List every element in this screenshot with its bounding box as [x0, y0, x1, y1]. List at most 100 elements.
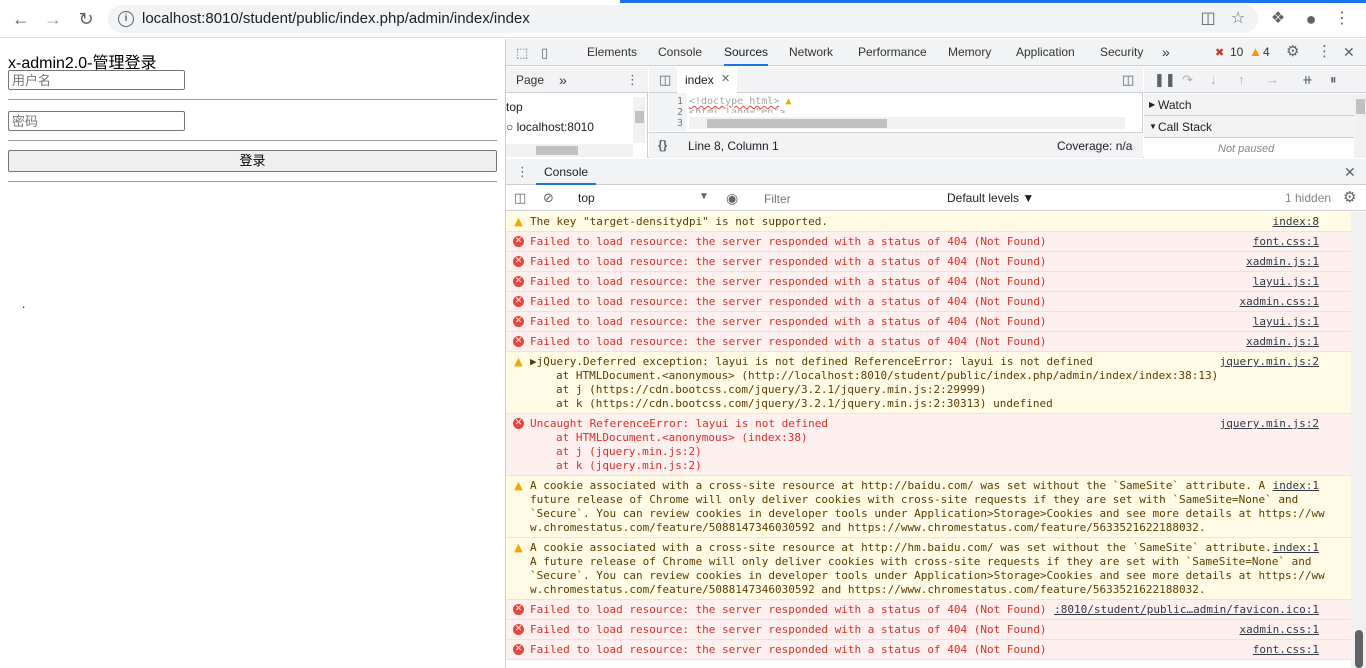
- stack-trace-line[interactable]: at k (https://cdn.bootcss.com/jquery/3.2…: [530, 397, 1343, 411]
- more-tabs-button[interactable]: »: [1162, 39, 1170, 66]
- drawer-tab-console[interactable]: Console: [536, 159, 597, 185]
- pretty-print-icon[interactable]: {}: [658, 138, 667, 152]
- message-source-link[interactable]: layui.js:1: [1252, 275, 1319, 289]
- tab-sources[interactable]: Sources: [724, 39, 769, 66]
- step-over-icon[interactable]: ↷: [1182, 72, 1193, 88]
- console-message[interactable]: ▲ The key "target-densitydpi" is not supp…: [506, 212, 1351, 232]
- device-toggle-icon[interactable]: ▯: [541, 45, 548, 61]
- address-bar[interactable]: i localhost:8010/student/public/index.ph…: [108, 5, 1258, 33]
- stack-trace-line[interactable]: at HTMLDocument.<anonymous> (index:38): [530, 431, 1343, 445]
- close-icon[interactable]: ✕: [1343, 44, 1355, 60]
- deactivate-breakpoints-icon[interactable]: ⧺: [1302, 72, 1313, 88]
- message-source-link[interactable]: layui.js:1: [1252, 315, 1319, 329]
- warning-count[interactable]: 4: [1263, 39, 1270, 66]
- arrow-left-icon[interactable]: ←: [10, 8, 32, 30]
- message-source-link[interactable]: xadmin.css:1: [1239, 623, 1319, 637]
- message-source-link[interactable]: index:8: [1272, 215, 1319, 229]
- tab-security[interactable]: Security: [1100, 39, 1143, 66]
- call-stack-section[interactable]: ▼ Call Stack: [1144, 116, 1354, 138]
- console-message[interactable]: ✕ Failed to load resource: the server res…: [506, 312, 1351, 332]
- console-message[interactable]: ✕ Failed to load resource: the server res…: [506, 620, 1351, 640]
- hscroll-thumb[interactable]: [536, 146, 578, 155]
- log-levels-select[interactable]: Default levels ▼: [947, 191, 1034, 205]
- tab-network[interactable]: Network: [789, 39, 833, 66]
- scroll-thumb[interactable]: [1356, 99, 1365, 114]
- stack-trace-line[interactable]: at k (jquery.min.js:2): [530, 459, 1343, 473]
- warning-triangle-icon[interactable]: ▲: [1249, 44, 1262, 60]
- editor-tab-index[interactable]: index ✕: [677, 67, 737, 93]
- gear-icon[interactable]: ⚙: [1286, 44, 1299, 60]
- pause-icon[interactable]: ❚❚: [1154, 72, 1176, 88]
- translate-icon[interactable]: ◫: [1198, 9, 1218, 29]
- url-text[interactable]: localhost:8010/student/public/index.php/…: [142, 10, 530, 27]
- kebab-menu-icon[interactable]: ⋮: [516, 164, 529, 180]
- tab-page[interactable]: Page: [516, 67, 544, 93]
- error-circle-icon[interactable]: ✖: [1215, 45, 1224, 61]
- message-source-link[interactable]: index:1: [1272, 541, 1319, 555]
- scroll-thumb[interactable]: [1355, 630, 1363, 668]
- navigator-hscrollbar[interactable]: [506, 144, 633, 157]
- console-message[interactable]: ✕ Failed to load resource: the server res…: [506, 252, 1351, 272]
- inspect-icon[interactable]: ⬚: [516, 45, 528, 61]
- close-icon[interactable]: ✕: [721, 72, 730, 85]
- message-source-link[interactable]: font.css:1: [1252, 643, 1319, 657]
- username-input[interactable]: [8, 70, 185, 90]
- close-icon[interactable]: ✕: [1344, 164, 1356, 180]
- console-message[interactable]: ✕ Failed to load resource: the server res…: [506, 332, 1351, 352]
- console-messages[interactable]: ▲ The key "target-densitydpi" is not supp…: [506, 212, 1351, 668]
- message-source-link[interactable]: :8010/student/public…admin/favicon.ico:1: [1054, 603, 1319, 617]
- console-message[interactable]: ✕ Failed to load resource: the server res…: [506, 272, 1351, 292]
- tree-item-top[interactable]: top: [506, 100, 523, 114]
- console-message[interactable]: ▲ A cookie associated with a cross-site r…: [506, 538, 1351, 600]
- message-source-link[interactable]: xadmin.js:1: [1246, 335, 1319, 349]
- filter-input[interactable]: [760, 190, 938, 208]
- login-button[interactable]: 登录: [8, 150, 497, 172]
- tree-item-host[interactable]: ○ localhost:8010: [506, 120, 594, 134]
- reload-icon[interactable]: ↻: [75, 8, 97, 30]
- extensions-icon[interactable]: ❖: [1268, 9, 1288, 29]
- navigator-scrollbar[interactable]: [633, 97, 645, 143]
- show-sidebar-icon[interactable]: ◫: [514, 190, 526, 206]
- message-source-link[interactable]: font.css:1: [1252, 235, 1319, 249]
- console-scrollbar[interactable]: [1351, 212, 1366, 668]
- kebab-menu-icon[interactable]: ⋮: [1317, 44, 1332, 60]
- console-message[interactable]: ✕ Failed to load resource: the server res…: [506, 292, 1351, 312]
- eye-icon[interactable]: ◉: [726, 190, 738, 206]
- message-source-link[interactable]: index:1: [1272, 479, 1319, 493]
- console-message[interactable]: ✕ Failed to load resource: the server res…: [506, 640, 1351, 660]
- step-icon[interactable]: →: [1266, 72, 1279, 88]
- info-icon[interactable]: i: [118, 11, 134, 27]
- error-count[interactable]: 10: [1230, 39, 1243, 66]
- tab-application[interactable]: Application: [1016, 39, 1075, 66]
- console-message[interactable]: ✕ Failed to load resource: the server res…: [506, 600, 1351, 620]
- stack-trace-line[interactable]: at HTMLDocument.<anonymous> (http://loca…: [530, 369, 1343, 383]
- message-source-link[interactable]: xadmin.js:1: [1246, 255, 1319, 269]
- star-icon[interactable]: ☆: [1228, 9, 1248, 29]
- clear-console-icon[interactable]: ⊘: [543, 190, 554, 206]
- arrow-right-icon[interactable]: →: [42, 8, 64, 30]
- console-message[interactable]: ▲ A cookie associated with a cross-site r…: [506, 476, 1351, 538]
- toggle-debugger-icon[interactable]: ◫: [1122, 72, 1134, 88]
- kebab-menu-icon[interactable]: ⋮: [626, 72, 639, 88]
- menu-icon[interactable]: ⋮: [1332, 9, 1352, 29]
- stack-trace-line[interactable]: at j (jquery.min.js:2): [530, 445, 1343, 459]
- debugger-scrollbar[interactable]: [1354, 94, 1366, 158]
- message-source-link[interactable]: jquery.min.js:2: [1219, 355, 1319, 369]
- profile-icon[interactable]: ●: [1301, 9, 1321, 29]
- password-input[interactable]: [8, 111, 185, 131]
- code-area[interactable]: <!doctype html> ▲ <html lang="en">: [689, 96, 791, 113]
- message-source-link[interactable]: xadmin.css:1: [1239, 295, 1319, 309]
- tab-performance[interactable]: Performance: [858, 39, 927, 66]
- step-into-icon[interactable]: ↓: [1210, 72, 1217, 88]
- console-message[interactable]: ✕ Uncaught ReferenceError: layui is not d…: [506, 414, 1351, 476]
- gear-icon[interactable]: ⚙: [1343, 190, 1356, 206]
- tab-memory[interactable]: Memory: [948, 39, 991, 66]
- message-source-link[interactable]: jquery.min.js:2: [1219, 417, 1319, 431]
- step-out-icon[interactable]: ↑: [1238, 72, 1245, 88]
- tab-elements[interactable]: Elements: [587, 39, 637, 66]
- chevron-down-icon[interactable]: ▼: [699, 191, 709, 202]
- hscroll-thumb[interactable]: [707, 119, 887, 128]
- tab-console[interactable]: Console: [658, 39, 702, 66]
- console-message[interactable]: ✕ Failed to load resource: the server res…: [506, 232, 1351, 252]
- toggle-navigator-icon[interactable]: ◫: [659, 72, 671, 88]
